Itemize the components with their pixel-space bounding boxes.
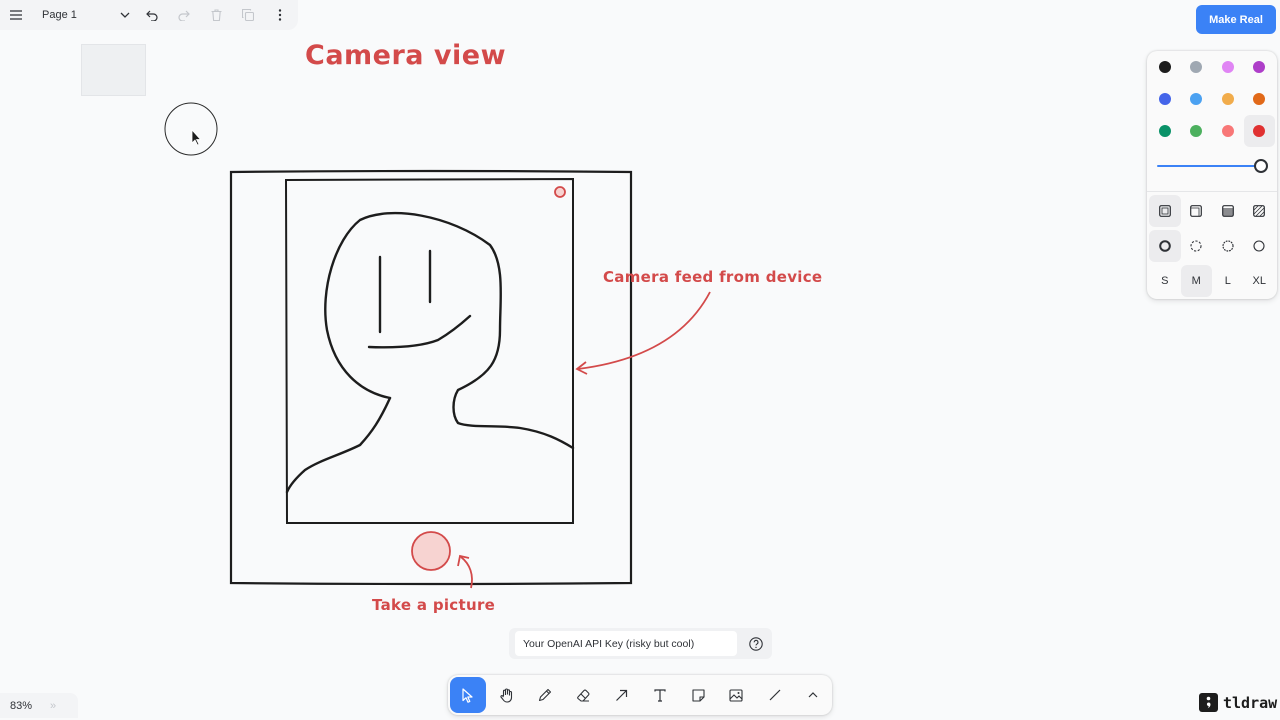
opacity-slider[interactable] (1157, 157, 1268, 175)
style-panel: S M L XL (1147, 51, 1277, 299)
dash-style-row (1149, 230, 1275, 262)
dash-draw-icon[interactable] (1149, 230, 1181, 262)
opacity-slider-thumb[interactable] (1254, 159, 1268, 173)
tool-bar (448, 675, 832, 715)
color-dot (1158, 61, 1171, 73)
zoom-level[interactable]: 83% (0, 700, 50, 712)
text-tool-icon[interactable] (641, 677, 679, 713)
dash-dashed-icon[interactable] (1181, 230, 1213, 262)
color-swatch-grey[interactable] (1181, 51, 1213, 83)
color-swatch-green[interactable] (1149, 115, 1181, 147)
color-swatch-blue[interactable] (1149, 83, 1181, 115)
panel-divider (1147, 191, 1277, 192)
fill-semi-icon[interactable] (1181, 195, 1213, 227)
size-option-l[interactable]: L (1212, 265, 1244, 297)
color-swatch-light-blue[interactable] (1181, 83, 1213, 115)
head-outline (324, 211, 575, 450)
color-dot (1221, 61, 1234, 73)
drawing-canvas[interactable]: Page 1 Make Real Camera view Camera feed… (0, 0, 1280, 720)
mouse-cursor-icon (191, 128, 202, 146)
zoom-control: 83% » (0, 693, 78, 718)
dash-solid-icon[interactable] (1244, 230, 1276, 262)
minimap-toggle-icon[interactable]: » (50, 700, 56, 712)
line-tool-icon[interactable] (755, 677, 793, 713)
hand-tool-icon[interactable] (488, 677, 526, 713)
opacity-slider-track (1157, 165, 1262, 167)
color-dot (1221, 93, 1234, 105)
drawing-layer (164, 102, 711, 589)
recording-indicator (554, 186, 566, 198)
color-swatch-orange[interactable] (1244, 83, 1276, 115)
more-vertical-icon[interactable] (264, 0, 296, 30)
help-circle-icon[interactable] (746, 634, 766, 654)
page-menu[interactable]: Page 1 (32, 0, 136, 30)
fill-pattern-icon[interactable] (1244, 195, 1276, 227)
color-dot (1190, 125, 1203, 137)
take-picture-label[interactable]: Take a picture (372, 596, 495, 614)
feed-arrow (577, 291, 711, 370)
canvas-title-text[interactable]: Camera view (305, 40, 506, 71)
draw-tool-icon[interactable] (526, 677, 564, 713)
picture-arrow (460, 556, 473, 589)
size-row: S M L XL (1149, 265, 1275, 297)
camera-feed-label[interactable]: Camera feed from device (603, 268, 822, 286)
pointer-circle (164, 102, 218, 156)
image-tool-icon[interactable] (717, 677, 755, 713)
color-dot (1253, 93, 1266, 105)
shutter-button-drawing (411, 531, 451, 571)
feed-arrowhead (575, 361, 588, 375)
redo-icon[interactable] (168, 0, 200, 30)
dash-dotted-icon[interactable] (1212, 230, 1244, 262)
color-dot (1221, 125, 1234, 137)
camera-screen (284, 177, 574, 524)
arrow-tool-icon[interactable] (602, 677, 640, 713)
color-swatch-light-green[interactable] (1181, 115, 1213, 147)
color-swatch-light-violet[interactable] (1212, 51, 1244, 83)
color-dot (1253, 125, 1266, 137)
shoulder-line (285, 396, 392, 494)
fill-style-row (1149, 195, 1275, 227)
main-menu-bar: Page 1 (0, 0, 298, 30)
picture-arrowhead (457, 554, 470, 567)
tldraw-logo-icon (1199, 693, 1218, 712)
device-frame (229, 169, 633, 586)
color-swatch-red[interactable] (1243, 115, 1275, 147)
tldraw-logo[interactable]: tldraw (1199, 693, 1277, 712)
make-real-button[interactable]: Make Real (1196, 5, 1276, 34)
duplicate-icon[interactable] (232, 0, 264, 30)
color-dot (1158, 125, 1171, 137)
chevron-down-icon (120, 9, 130, 21)
color-dot (1253, 61, 1266, 73)
eraser-tool-icon[interactable] (564, 677, 602, 713)
undo-icon[interactable] (136, 0, 168, 30)
fill-solid-icon[interactable] (1212, 195, 1244, 227)
brand-name: tldraw (1223, 693, 1278, 712)
color-swatch-violet[interactable] (1244, 51, 1276, 83)
trash-icon[interactable] (200, 0, 232, 30)
size-option-s[interactable]: S (1149, 265, 1181, 297)
fill-none-icon[interactable] (1149, 195, 1181, 227)
color-swatch-yellow[interactable] (1212, 83, 1244, 115)
hamburger-menu-icon[interactable] (0, 0, 32, 30)
api-key-bar (509, 628, 772, 659)
size-option-xl[interactable]: XL (1244, 265, 1276, 297)
mouth (367, 314, 472, 349)
page-name: Page 1 (42, 9, 77, 21)
color-swatch-grid (1149, 51, 1275, 147)
placeholder-shape[interactable] (81, 44, 146, 96)
color-swatch-black[interactable] (1149, 51, 1181, 83)
select-tool-icon[interactable] (450, 677, 486, 713)
color-dot (1158, 93, 1171, 105)
color-dot (1190, 93, 1203, 105)
size-option-m[interactable]: M (1180, 265, 1212, 297)
note-tool-icon[interactable] (679, 677, 717, 713)
color-swatch-light-red[interactable] (1212, 115, 1244, 147)
color-dot (1190, 61, 1203, 73)
chevron-up-icon[interactable] (794, 677, 832, 713)
api-key-input[interactable] (515, 631, 737, 656)
